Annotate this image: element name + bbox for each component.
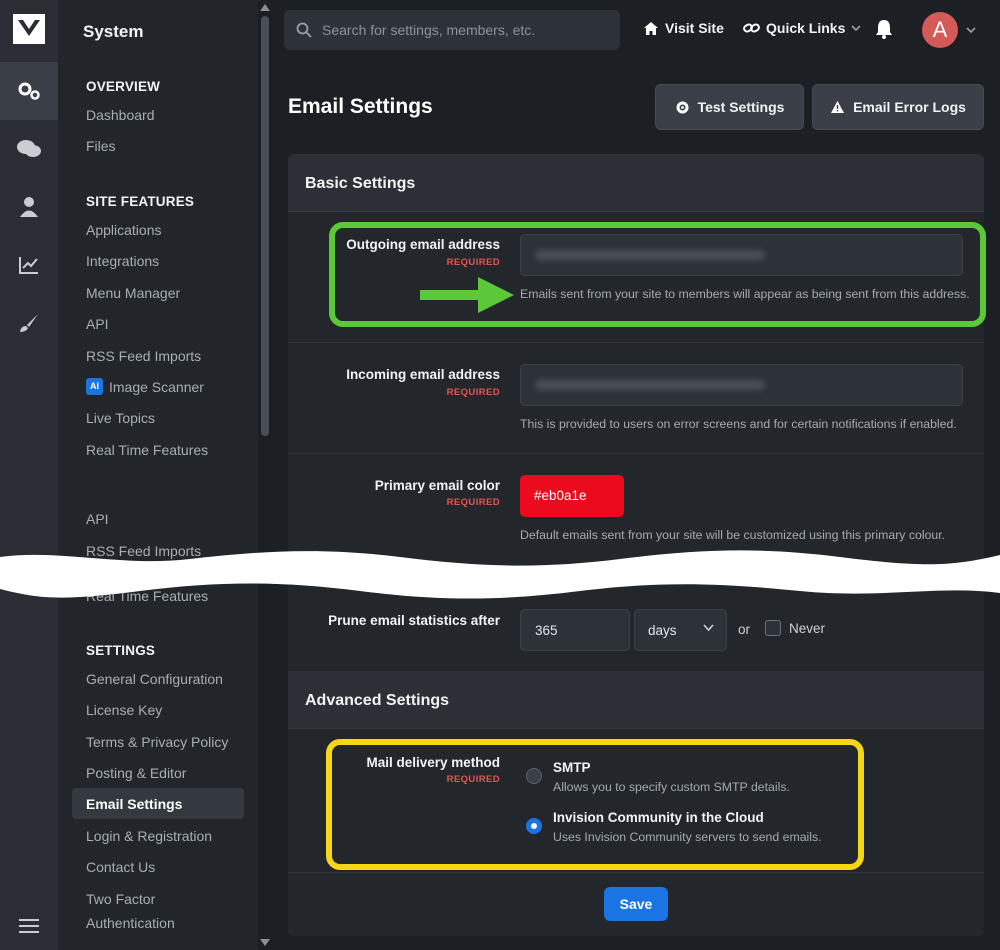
sidebar-item-general-configuration[interactable]: General Configuration xyxy=(86,671,223,687)
stats-chart-icon[interactable] xyxy=(0,236,58,294)
system-gears-icon[interactable] xyxy=(0,62,58,120)
email-error-logs-label: Email Error Logs xyxy=(853,99,966,115)
sidebar-item-authentication[interactable]: Authentication xyxy=(86,915,175,931)
incoming-email-input[interactable] xyxy=(520,364,963,406)
sidebar-item-image-scanner[interactable]: AI Image Scanner xyxy=(86,378,204,395)
sidebar-item-terms-privacy[interactable]: Terms & Privacy Policy xyxy=(86,734,228,750)
scrollbar-thumb[interactable] xyxy=(261,16,269,436)
chevron-down-icon xyxy=(851,24,861,31)
gear-icon xyxy=(676,101,689,113)
primary-color-label: Primary email color xyxy=(374,478,500,493)
members-user-icon[interactable] xyxy=(0,178,58,236)
sidebar: System OVERVIEW Dashboard Files SITE FEA… xyxy=(58,0,258,950)
quick-links-dropdown[interactable]: Quick Links xyxy=(743,20,861,36)
quick-links-label: Quick Links xyxy=(766,20,846,36)
save-button[interactable]: Save xyxy=(604,887,668,921)
or-text: or xyxy=(738,622,751,637)
sidebar-item-label: Image Scanner xyxy=(109,378,204,395)
sidebar-item-api-repeat[interactable]: API xyxy=(86,511,109,527)
sidebar-item-dashboard[interactable]: Dashboard xyxy=(86,107,155,123)
sidebar-item-posting-editor[interactable]: Posting & Editor xyxy=(86,765,186,781)
sidebar-item-files[interactable]: Files xyxy=(86,138,116,154)
visit-site-label: Visit Site xyxy=(665,20,724,36)
basic-settings-heading: Basic Settings xyxy=(288,154,984,212)
sidebar-item-email-settings[interactable]: Email Settings xyxy=(72,788,244,819)
prune-label: Prune email statistics after xyxy=(328,613,500,628)
sidebar-heading-site-features: SITE FEATURES xyxy=(86,194,195,209)
torn-edge-divider xyxy=(0,550,1000,599)
test-settings-label: Test Settings xyxy=(697,99,785,115)
page-title: Email Settings xyxy=(288,95,433,118)
visit-site-link[interactable]: Visit Site xyxy=(643,20,724,36)
avatar[interactable]: A xyxy=(922,12,958,48)
topbar: Visit Site Quick Links A xyxy=(272,0,1000,62)
sidebar-scrollbar[interactable] xyxy=(258,0,272,950)
search-box[interactable] xyxy=(284,10,620,50)
sidebar-item-rss-feed-imports[interactable]: RSS Feed Imports xyxy=(86,348,201,364)
never-checkbox[interactable] xyxy=(765,620,781,636)
customization-brush-icon[interactable] xyxy=(0,294,58,352)
primary-color-help: Default emails sent from your site will … xyxy=(520,528,946,542)
sidebar-item-applications[interactable]: Applications xyxy=(86,222,162,238)
sidebar-item-two-factor[interactable]: Two Factor xyxy=(86,891,155,907)
test-settings-button[interactable]: Test Settings xyxy=(655,84,804,130)
link-icon xyxy=(743,23,760,33)
sidebar-item-contact-us[interactable]: Contact Us xyxy=(86,859,155,875)
required-tag: REQUIRED xyxy=(446,387,500,398)
sidebar-item-live-topics[interactable]: Live Topics xyxy=(86,410,155,426)
delivery-highlight-box xyxy=(326,739,864,870)
community-chat-icon[interactable] xyxy=(0,120,58,178)
sidebar-item-api[interactable]: API xyxy=(86,316,109,332)
sidebar-heading-overview: OVERVIEW xyxy=(86,79,161,94)
search-icon xyxy=(296,22,312,38)
incoming-email-label: Incoming email address xyxy=(346,367,500,382)
form-footer: Save xyxy=(288,872,984,936)
sidebar-item-menu-manager[interactable]: Menu Manager xyxy=(86,285,180,301)
sidebar-title: System xyxy=(83,22,144,41)
home-icon xyxy=(644,21,658,35)
account-chevron-down-icon[interactable] xyxy=(966,27,976,34)
ai-badge-icon: AI xyxy=(86,378,103,395)
prune-days-input[interactable]: 365 xyxy=(520,609,630,651)
incoming-email-help: This is provided to users on error scree… xyxy=(520,417,957,431)
scroll-down-arrow-icon[interactable] xyxy=(260,939,270,946)
required-tag: REQUIRED xyxy=(446,497,500,508)
primary-color-picker[interactable]: #eb0a1e xyxy=(520,475,624,517)
row-divider xyxy=(288,342,984,343)
icon-rail xyxy=(0,0,58,950)
sidebar-heading-settings: SETTINGS xyxy=(86,643,156,658)
email-error-logs-button[interactable]: Email Error Logs xyxy=(812,84,984,130)
hamburger-menu-icon[interactable] xyxy=(19,918,39,934)
never-label: Never xyxy=(789,621,826,636)
advanced-settings-heading: Advanced Settings xyxy=(288,671,984,729)
prune-unit-value: days xyxy=(648,623,677,638)
green-arrow-icon xyxy=(420,277,514,313)
prune-unit-select[interactable]: days xyxy=(634,609,727,651)
chevron-down-icon xyxy=(703,624,714,632)
search-input[interactable] xyxy=(322,22,612,38)
bell-icon[interactable] xyxy=(875,19,893,39)
warning-icon xyxy=(831,101,845,113)
blurred-value xyxy=(535,380,765,390)
sidebar-item-integrations[interactable]: Integrations xyxy=(86,253,159,269)
sidebar-item-login-registration[interactable]: Login & Registration xyxy=(86,828,212,844)
sidebar-item-real-time-features[interactable]: Real Time Features xyxy=(86,442,208,458)
sidebar-item-license-key[interactable]: License Key xyxy=(86,702,162,718)
row-divider xyxy=(288,453,984,454)
logo-icon[interactable] xyxy=(13,14,45,44)
scroll-up-arrow-icon[interactable] xyxy=(260,4,270,11)
